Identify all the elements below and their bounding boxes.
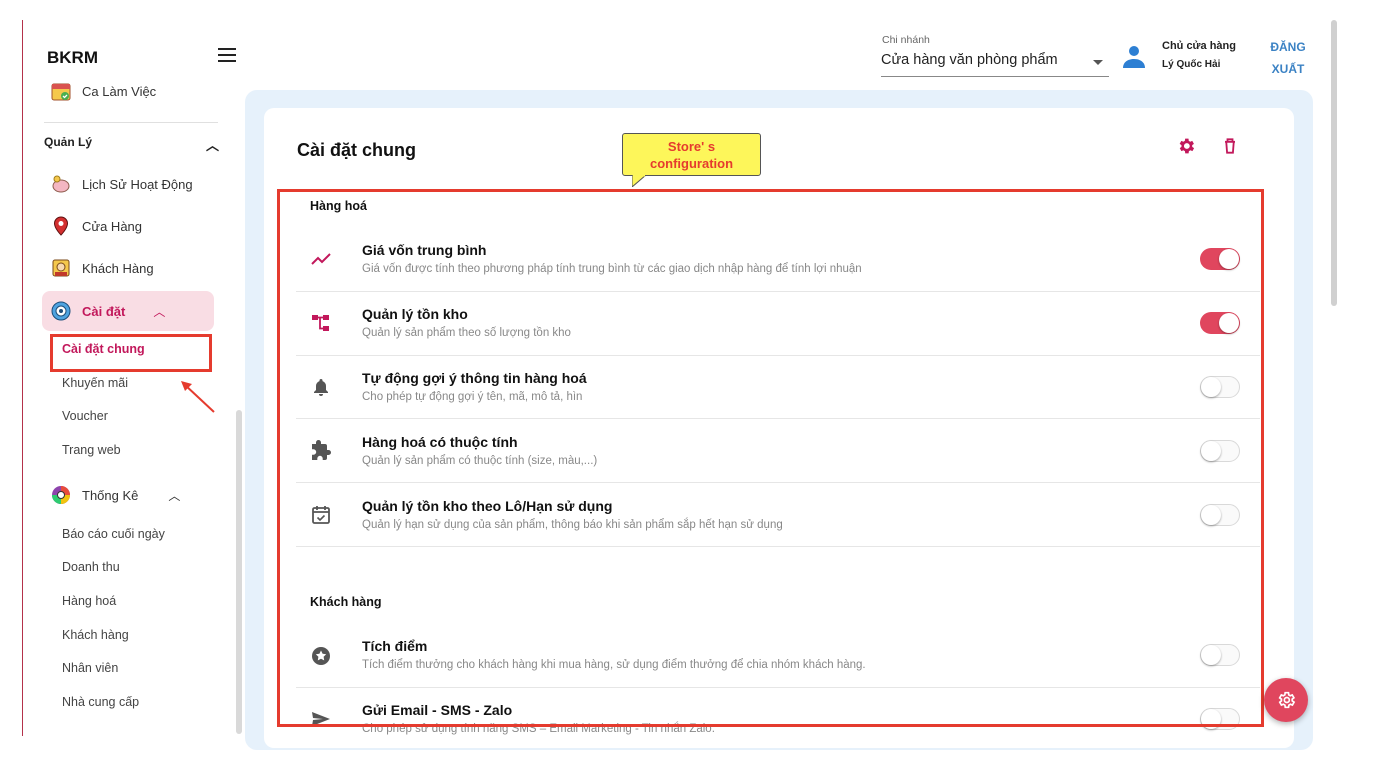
branch-select[interactable]: Cửa hàng văn phòng phẩm [881, 52, 1109, 77]
chevron-up-icon: ︿ [168, 488, 181, 503]
annotation-box-general-settings [50, 334, 212, 372]
sidebar-item-label: Thống Kê [82, 487, 139, 503]
menu-icon[interactable] [218, 48, 236, 62]
section-manage[interactable]: Quản Lý ︿ [44, 135, 219, 154]
page-title: Cài đặt chung [297, 140, 417, 160]
divider [44, 122, 218, 123]
logout-line2: XUẤT [1271, 62, 1305, 76]
logout-line1: ĐĂNG [1270, 40, 1306, 54]
sidebar-item-label: Cài đặt [82, 303, 126, 319]
user-icon[interactable] [1122, 44, 1146, 68]
submenu-promotion[interactable]: Khuyến mãi [62, 376, 128, 390]
callout-tail [632, 175, 646, 187]
sidebar-item-statistics[interactable]: Thống Kê ︿ [50, 484, 180, 506]
sidebar-item-shift[interactable]: Ca Làm Việc [50, 80, 156, 102]
piggy-bank-icon [50, 173, 72, 195]
submenu-employees[interactable]: Nhân viên [62, 661, 118, 675]
submenu-website[interactable]: Trang web [62, 443, 121, 457]
page-scrollbar[interactable] [1331, 20, 1337, 306]
callout-line2: configuration [649, 156, 734, 171]
sidebar-item-activity-log[interactable]: Lịch Sử Hoạt Động [50, 173, 193, 195]
sidebar-item-label: Cửa Hàng [82, 218, 143, 234]
trash-icon[interactable] [1220, 136, 1240, 156]
user-name: Lý Quốc Hải [1162, 59, 1221, 70]
sidebar-item-store[interactable]: Cửa Hàng [50, 215, 142, 237]
submenu-goods[interactable]: Hàng hoá [62, 594, 116, 608]
logout-button[interactable]: ĐĂNG XUẤT [1266, 36, 1310, 80]
submenu-voucher[interactable]: Voucher [62, 409, 108, 423]
left-edge-line [22, 20, 23, 736]
gear-icon[interactable] [1176, 136, 1196, 156]
caret-down-icon [1093, 60, 1103, 65]
annotation-arrow-icon [181, 381, 215, 413]
sidebar-item-settings[interactable]: Cài đặt ︿ [50, 300, 165, 322]
callout-line1: Store' s [667, 139, 716, 154]
sidebar-item-customers[interactable]: Khách Hàng [50, 257, 154, 279]
sidebar-item-label: Lịch Sử Hoạt Động [82, 176, 193, 192]
submenu-daily-report[interactable]: Báo cáo cuối ngày [62, 527, 165, 541]
calendar-icon [50, 80, 72, 102]
gear-icon [1278, 691, 1296, 709]
sidebar-item-label: Ca Làm Việc [82, 83, 157, 99]
submenu-revenue[interactable]: Doanh thu [62, 560, 120, 574]
color-wheel-icon [50, 484, 72, 506]
map-pin-icon [50, 215, 72, 237]
chevron-up-icon: ︿ [205, 138, 219, 153]
chevron-up-icon: ︿ [153, 304, 166, 319]
settings-fab[interactable] [1264, 678, 1308, 722]
annotation-callout: Store' s configuration [622, 133, 761, 176]
brand-logo: BKRM [47, 48, 98, 67]
annotation-box-store-config [277, 189, 1264, 727]
settings-wheel-icon [50, 300, 72, 322]
branch-value: Cửa hàng văn phòng phẩm [881, 52, 1058, 68]
customer-icon [50, 257, 72, 279]
section-title: Quản Lý [44, 135, 93, 149]
sidebar-scrollbar[interactable] [236, 410, 242, 734]
submenu-suppliers[interactable]: Nhà cung cấp [62, 695, 139, 709]
submenu-customers[interactable]: Khách hàng [62, 628, 129, 642]
user-role: Chủ cửa hàng [1162, 40, 1236, 52]
branch-label: Chi nhánh [882, 34, 930, 46]
sidebar-item-label: Khách Hàng [82, 260, 154, 276]
